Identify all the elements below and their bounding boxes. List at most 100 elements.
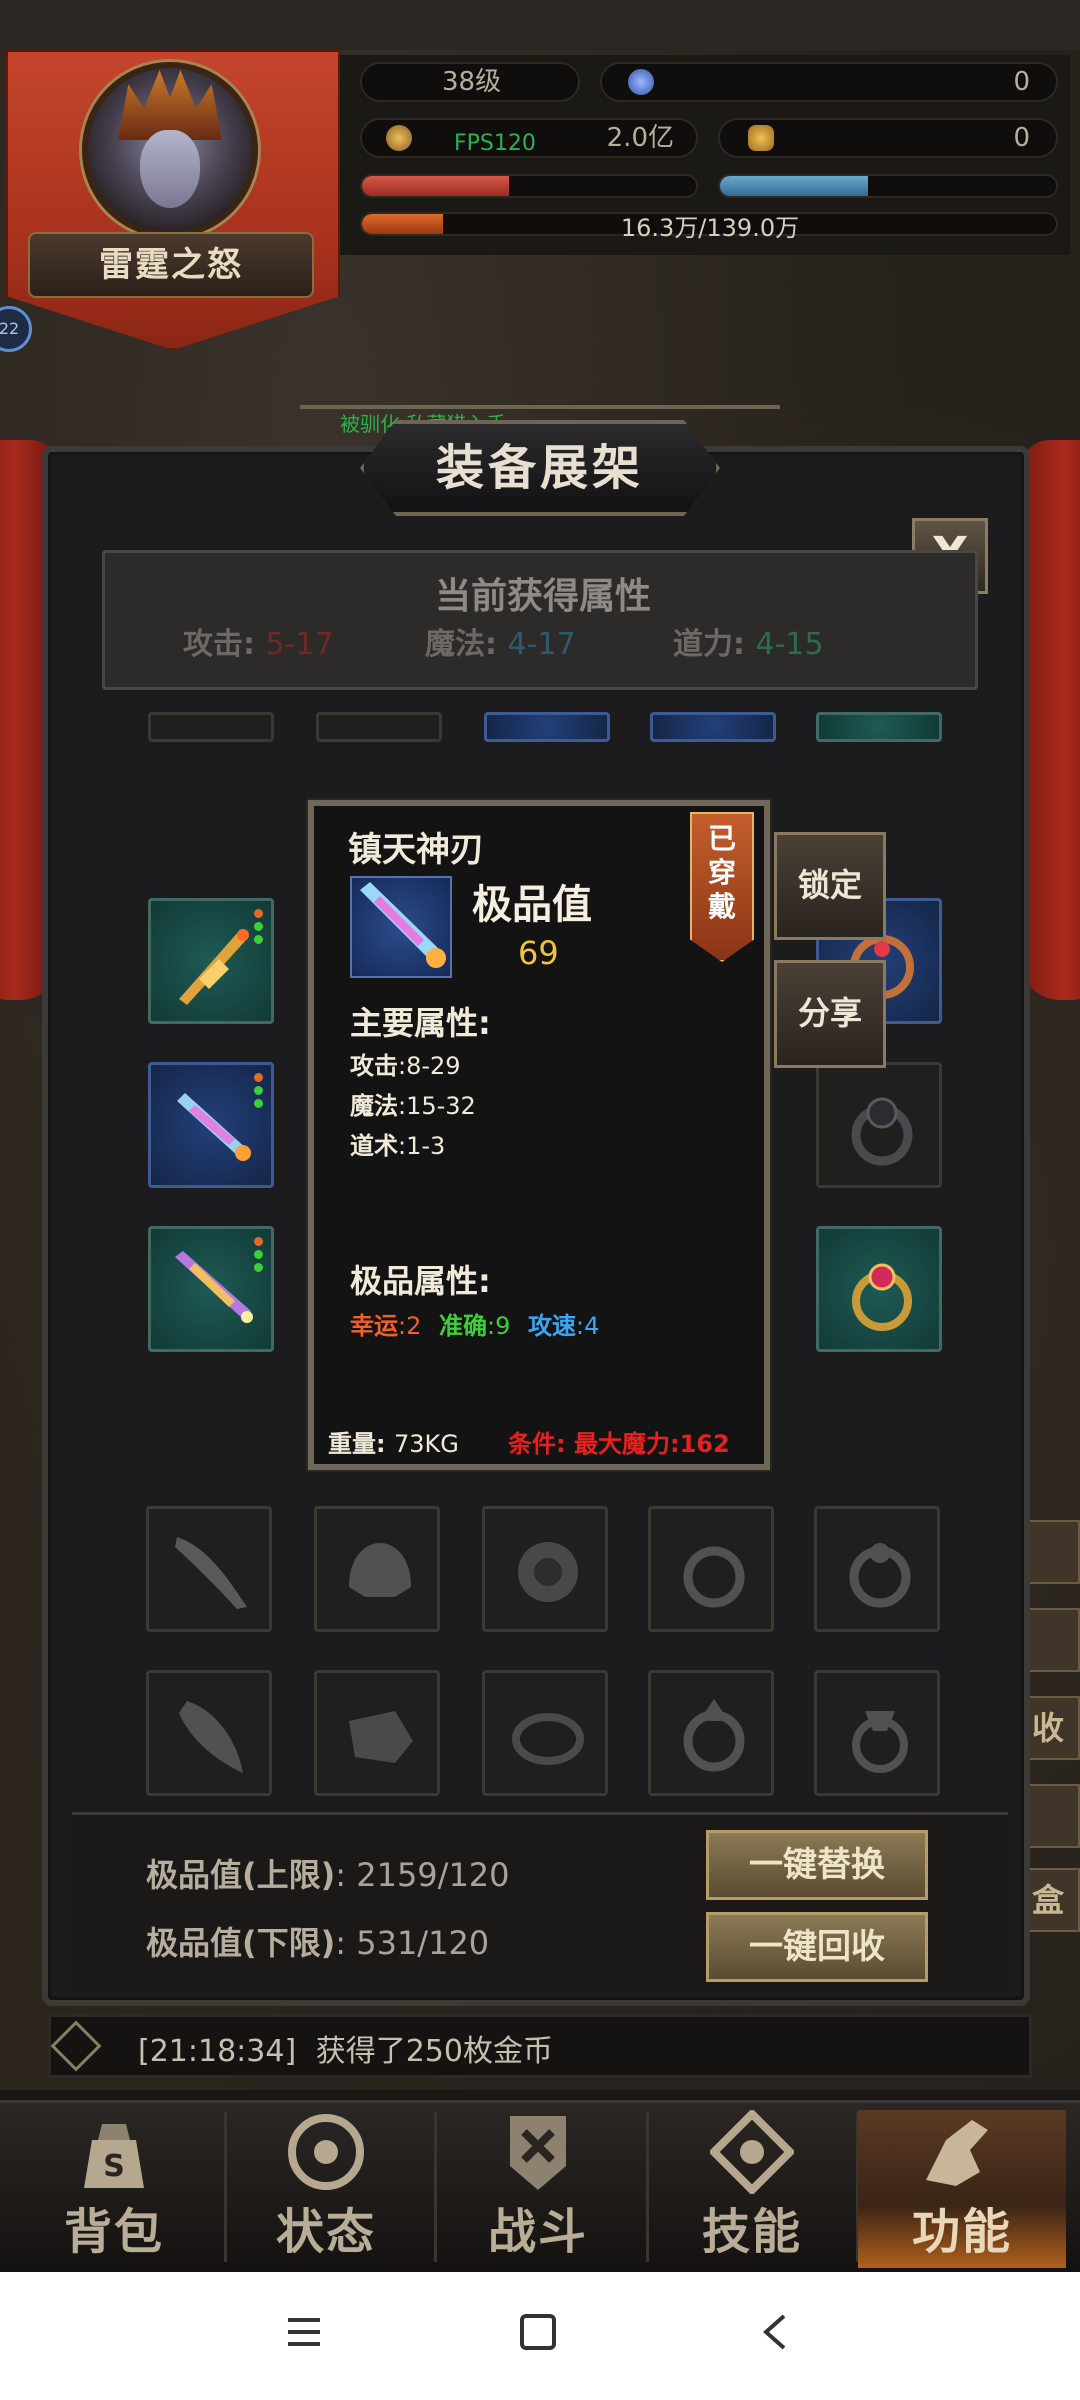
equip-slot-empty-armor[interactable]	[314, 1506, 440, 1632]
equip-slot-ring-1[interactable]	[816, 1062, 942, 1188]
exp-text: 16.3万/139.0万	[620, 214, 800, 242]
gem-icon	[628, 69, 654, 95]
feather-silhouette-icon	[179, 1701, 243, 1773]
nav-bag[interactable]: S 背包	[14, 2110, 214, 2268]
tooltip-quality-label: 极品值	[472, 882, 592, 928]
equip-slot-empty-ring[interactable]	[648, 1506, 774, 1632]
main-attr-label: 魔法	[350, 1092, 398, 1120]
equip-slot-empty-necklace[interactable]	[482, 1506, 608, 1632]
golden-blade-icon	[179, 929, 249, 1005]
premium-attr-value: :4	[576, 1312, 600, 1340]
quality-upper-value: : 2159/120	[335, 1856, 510, 1894]
helmet-silhouette-icon	[349, 1543, 411, 1597]
nav-separator	[646, 2112, 649, 2262]
fps-text: FPS120	[454, 131, 536, 156]
spiked-ring-silhouette-icon	[683, 1699, 745, 1772]
main-attr-label: 攻击	[350, 1052, 398, 1080]
quality-upper-label: 极品值(上限)	[146, 1856, 336, 1894]
level-pill: 38级	[360, 62, 580, 102]
current-attributes-box: 当前获得属性 攻击: 5-17 魔法: 4-17 道力: 4-15	[102, 550, 978, 690]
premium-attr-luck: 幸运:2	[350, 1312, 421, 1340]
grade-dots	[254, 1073, 263, 1112]
equip-slot-empty-crest-ring[interactable]	[814, 1670, 940, 1796]
premium-attr-label: 准确	[439, 1312, 487, 1340]
premium-attr-label: 攻速	[528, 1312, 576, 1340]
crystal-blade-icon	[177, 1093, 251, 1161]
amulet-silhouette-icon	[518, 1542, 578, 1602]
ingot-pill: 0	[718, 118, 1058, 158]
equip-slot-empty-spiked-ring[interactable]	[648, 1670, 774, 1796]
status-icon	[288, 2114, 364, 2190]
tao-attr: 道力: 4-15	[673, 627, 824, 662]
one-key-recycle-button[interactable]: 一键回收	[706, 1912, 928, 1982]
nav-status[interactable]: 状态	[226, 2110, 426, 2268]
equip-slot-weapon-1[interactable]	[148, 898, 274, 1024]
main-attr-magic: 魔法:15-32	[350, 1086, 476, 1121]
equip-slot[interactable]	[484, 712, 610, 742]
mp-bar-fill	[720, 176, 868, 196]
gold-icon	[386, 125, 412, 151]
nav-bag-label: 背包	[63, 2204, 164, 2260]
top-strip	[0, 0, 1080, 50]
nav-function-label: 功能	[911, 2204, 1012, 2260]
grade-dots	[254, 1237, 263, 1276]
back-icon[interactable]	[756, 2312, 796, 2352]
lock-button[interactable]: 锁定	[774, 832, 886, 940]
nav-function[interactable]: 功能	[858, 2110, 1066, 2268]
share-button[interactable]: 分享	[774, 960, 886, 1068]
quality-upper: 极品值(上限): 2159/120	[146, 1850, 510, 1896]
menu-icon[interactable]	[284, 2312, 324, 2352]
magic-value: 4-17	[507, 627, 576, 662]
tooltip-item-name: 镇天神刃	[348, 830, 484, 870]
worn-tag: 已穿戴	[690, 812, 754, 962]
main-attrs-title: 主要属性:	[350, 1004, 491, 1042]
blade-silhouette-icon	[175, 1537, 247, 1609]
svg-text:S: S	[103, 2149, 125, 2184]
gold-amount: 2.0亿	[606, 123, 674, 153]
premium-attrs-row: 幸运:2 准确:9 攻速:4	[350, 1306, 599, 1341]
one-key-replace-button[interactable]: 一键替换	[706, 1830, 928, 1900]
nav-skill[interactable]: 技能	[652, 2110, 852, 2268]
ingot-count: 0	[1013, 123, 1030, 153]
nav-separator	[434, 2112, 437, 2262]
magic-attr: 魔法: 4-17	[425, 627, 576, 662]
equip-slot-weapon-2[interactable]	[148, 1062, 274, 1188]
ingot-icon	[748, 125, 774, 151]
tooltip-item-icon	[350, 876, 452, 978]
face-icon	[140, 130, 200, 208]
equip-slot-empty-feather[interactable]	[146, 1670, 272, 1796]
nav-battle[interactable]: 战斗	[438, 2110, 638, 2268]
equip-slot-empty-blade[interactable]	[146, 1506, 272, 1632]
requirement-label: 条件:	[508, 1430, 566, 1458]
premium-attr-speed: 攻速:4	[528, 1312, 599, 1340]
boots-silhouette-icon	[349, 1711, 413, 1763]
nav-battle-label: 战斗	[487, 2204, 588, 2260]
chat-text: 获得了250枚金币	[315, 2034, 553, 2069]
nav-skill-label: 技能	[701, 2204, 802, 2260]
main-attr-tao: 道术:1-3	[350, 1126, 445, 1161]
equip-slot-empty-boots[interactable]	[314, 1670, 440, 1796]
skill-icon	[710, 2110, 794, 2194]
equip-slot[interactable]	[650, 712, 776, 742]
tooltip-quality-value: 69	[518, 934, 559, 972]
equip-slot[interactable]	[316, 712, 442, 742]
home-icon[interactable]	[518, 2312, 558, 2352]
bag-icon: S	[84, 2124, 144, 2188]
equip-slot-empty-belt[interactable]	[482, 1670, 608, 1796]
main-attr-value: :15-32	[398, 1092, 476, 1120]
equip-slot-ring-2[interactable]	[816, 1226, 942, 1352]
equip-slot-weapon-3[interactable]	[148, 1226, 274, 1352]
gem-pill: 0	[600, 62, 1058, 102]
hp-bar	[360, 174, 698, 198]
equip-slot[interactable]	[148, 712, 274, 742]
requirement-value: 最大魔力:162	[573, 1430, 730, 1458]
equip-slot[interactable]	[816, 712, 942, 742]
function-icon	[926, 2120, 988, 2186]
main-attr-value: :1-3	[398, 1132, 446, 1160]
weight-info: 重量: 73KG	[328, 1424, 459, 1459]
belt-silhouette-icon	[512, 1713, 584, 1765]
equip-slot-empty-ring-2[interactable]	[814, 1506, 940, 1632]
premium-attr-label: 幸运	[350, 1312, 398, 1340]
tao-value: 4-15	[755, 627, 824, 662]
mp-bar	[718, 174, 1058, 198]
